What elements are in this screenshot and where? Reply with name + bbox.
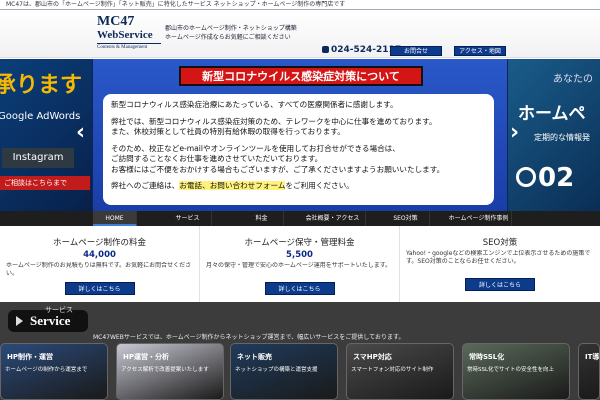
service-intro: MC47WEBサービスでは、ホームページ制作からネットショップ運営まで、幅広いサ… (93, 334, 405, 341)
service-card-text: アクセス解析で改善提案いたします (121, 367, 209, 373)
feature-text: 月々の保守・管理で安心のホームページ運用をサポートいたします。 (206, 262, 392, 269)
header-tagline: 郡山市のホームページ制作・ネットショップ構築 ホームページ作成ならお気軽にご相談… (165, 24, 395, 42)
feature-columns: ホームページ制作の料金 44,000 ホームページ制作のお見積もりは無料です。お… (0, 226, 600, 302)
service-card-title: スマHP対応 (353, 353, 392, 361)
logo-line-2: WebService (97, 29, 153, 41)
notice-p3-line-1: そのため、校正などe-mailやオンラインツールを使用してお打合せができる場合は… (111, 143, 400, 153)
service-kana: サービス (45, 306, 73, 314)
notice-title: 新型コロナウイルス感染症対策について (179, 66, 423, 86)
nav-company[interactable]: 会社概要・アクセス (300, 211, 366, 226)
feature-price: 5,500 (286, 250, 313, 260)
slider-prev-arrow-icon[interactable]: ‹ (76, 121, 85, 145)
nav-works[interactable]: ホームページ制作事例 (446, 211, 512, 226)
feature-maintenance: ホームページ保守・管理料金 5,500 月々の保守・管理で安心のホームページ運用… (200, 226, 400, 302)
notice-p3-line-2: ご訪問することなくお仕事を進めさせていただいております。 (111, 154, 323, 163)
tagline-line-1: 郡山市のホームページ制作・ネットショップ構築 (165, 25, 297, 32)
site-header: MC47 WebService Contents & Management 郡山… (0, 10, 600, 58)
hero-slider: 承ります Google AdWords Instagram ご相談はこちらまで … (0, 59, 600, 211)
service-card-text: ホームページの制作から運営まで (5, 367, 88, 373)
feature-text: ホームページ制作のお見積もりは無料です。お気軽にお問合せください。 (6, 262, 192, 277)
notice-box: 新型コロナウィルス感染症治療にあたっている、すべての医療関係者に感謝します。 弊… (103, 94, 494, 205)
nav-service[interactable]: サービス (164, 211, 212, 226)
logo-line-3: Contents & Management (97, 43, 161, 50)
site-logo[interactable]: MC47 WebService Contents & Management (97, 15, 161, 50)
feature-more-button[interactable]: 詳しくはこちら (264, 282, 335, 295)
service-card[interactable]: HP運営・分析 アクセス解析で改善提案いたします (116, 343, 224, 400)
notice-p4-pre: 弊社へのご連絡は、 (111, 181, 180, 190)
tagline-line-2: ホームページ作成ならお気軽にご相談ください (165, 34, 291, 41)
service-card[interactable]: IT導入 (578, 343, 600, 400)
notice-paragraph-2: 弊社では、新型コロナウィルス感染症対策のため、テレワークを中心に仕事を進めており… (111, 117, 486, 138)
service-card-title: 常時SSL化 (469, 353, 505, 361)
left-slide-adwords: Google AdWords (0, 111, 81, 122)
top-info-bar: MC47は、郡山市の「ホームページ制作」「ネット販売」に特化したサービス ネット… (0, 0, 600, 10)
notice-paragraph-1: 新型コロナウィルス感染症治療にあたっている、すべての医療関係者に感謝します。 (111, 100, 398, 109)
right-slide-top: あなたの (553, 74, 593, 85)
left-slide-heading: 承ります (0, 73, 83, 98)
chevron-right-icon (16, 316, 23, 326)
service-card-title: IT導入 (585, 353, 600, 361)
service-card-text: ネットショップの構築と運営支援 (235, 367, 318, 373)
notice-p3-line-3: お客様にはご不便をおかけする場合もございますが、ご了承くださいますようお願いいた… (111, 164, 445, 174)
service-card-title: HP制作・運営 (7, 353, 53, 361)
notice-contact-highlight: お電話、お問い合わせフォーム (179, 181, 286, 190)
access-button[interactable]: アクセス・地図 (454, 46, 506, 56)
notice-paragraph-3: そのため、校正などe-mailやオンラインツールを使用してお打合せができる場合は… (111, 144, 486, 176)
service-card[interactable]: スマHP対応 スマートフォン対応のサイト制作 (346, 343, 454, 400)
service-card[interactable]: ネット販売 ネットショップの構築と運営支援 (230, 343, 338, 400)
slider-next-arrow-icon[interactable]: › (510, 121, 519, 145)
feature-pricing: ホームページ制作の料金 44,000 ホームページ制作のお見積もりは無料です。お… (0, 226, 200, 302)
feature-title: ホームページ保守・管理料金 (244, 238, 355, 248)
main-nav: HOME サービス 料金 会社概要・アクセス SEO対策 ホームページ制作事例 (0, 211, 600, 226)
contact-button[interactable]: お問合せ (390, 46, 442, 56)
next-slide-preview[interactable]: あなたの ホームペ 定期的な情報発 02 (508, 59, 600, 211)
service-card-title: ネット販売 (237, 353, 272, 361)
service-section: Service MC47WEBサービスでは、ホームページ制作からネットショップ運… (0, 302, 600, 400)
feature-seo: SEO対策 Yahoo!・googleなどの検索エンジンで上位表示させるための施… (400, 226, 600, 302)
feature-title: SEO対策 (482, 238, 518, 248)
service-card-text: スマートフォン対応のサイト制作 (351, 367, 434, 373)
left-slide-instagram: Instagram (2, 148, 74, 168)
notice-paragraph-4: 弊社へのご連絡は、お電話、お問い合わせフォームをご利用ください。 (111, 181, 486, 192)
left-slide-cta[interactable]: ご相談はこちらまで (0, 176, 90, 190)
service-card[interactable]: HP制作・運営 ホームページの制作から運営まで (0, 343, 108, 400)
feature-price: 44,000 (83, 250, 116, 260)
feature-title: ホームページ制作の料金 (52, 238, 147, 248)
right-slide-phone-icon (516, 167, 536, 187)
right-slide-heading: ホームペ (518, 104, 586, 124)
feature-more-button[interactable]: 詳しくはこちら (465, 278, 535, 291)
feature-text: Yahoo!・googleなどの検索エンジンで上位表示させるための施策です。SE… (406, 250, 591, 265)
right-slide-sub: 定期的な情報発 (534, 133, 590, 142)
service-title: Service (30, 313, 71, 328)
service-card-text: 常時SSL化でサイトの安全性を向上 (467, 367, 555, 373)
nav-seo[interactable]: SEO対策 (382, 211, 430, 226)
covid-notice-slide: 新型コロナウイルス感染症対策について 新型コロナウィルス感染症治療にあたっている… (93, 59, 507, 211)
feature-more-button[interactable]: 詳しくはこちら (64, 282, 135, 295)
nav-pricing[interactable]: 料金 (240, 211, 284, 226)
service-card-title: HP運営・分析 (123, 353, 169, 361)
nav-home[interactable]: HOME (93, 211, 137, 226)
right-slide-number: 02 (538, 163, 575, 193)
notice-p2-line-2: また、休校対策として社員の特別有給休暇の取得を行っております。 (111, 127, 345, 136)
phone-icon (322, 46, 329, 53)
notice-p2-line-1: 弊社では、新型コロナウィルス感染症対策のため、テレワークを中心に仕事を進めており… (111, 116, 437, 126)
service-card[interactable]: 常時SSL化 常時SSL化でサイトの安全性を向上 (462, 343, 570, 400)
logo-line-1: MC47 (97, 14, 135, 29)
notice-p4-post: をご利用ください。 (285, 181, 354, 190)
